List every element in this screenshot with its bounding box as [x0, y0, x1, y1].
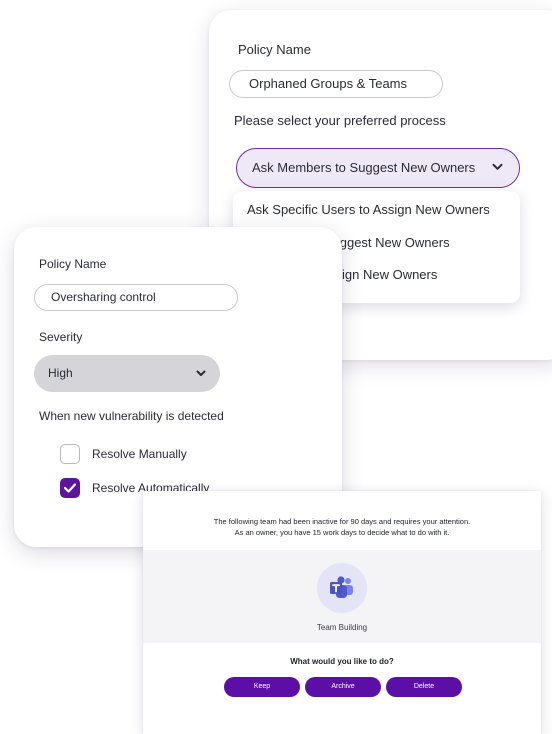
- teams-icon: [330, 576, 353, 598]
- keep-button[interactable]: Keep: [224, 677, 300, 697]
- notice-message-line1: The following team had been inactive for…: [213, 517, 471, 526]
- process-select-value: Ask Members to Suggest New Owners: [252, 160, 476, 175]
- resolve-manually-checkbox[interactable]: [60, 443, 80, 464]
- policy-name-input[interactable]: Orphaned Groups & Teams: [229, 70, 443, 98]
- action-question: What would you like to do?: [290, 657, 394, 666]
- archive-button[interactable]: Archive: [305, 677, 381, 697]
- resolve-automatically-checkbox[interactable]: [60, 477, 80, 498]
- delete-button[interactable]: Delete: [386, 677, 462, 697]
- chevron-down-icon: [196, 355, 206, 392]
- notice-message: The following team had been inactive for…: [143, 516, 541, 538]
- process-option-specific-users[interactable]: Ask Specific Users to Assign New Owners: [233, 202, 490, 217]
- team-panel: Team Building: [143, 550, 541, 643]
- resolve-manually-label: Resolve Manually: [92, 447, 187, 461]
- team-avatar: [317, 563, 367, 613]
- severity-select[interactable]: High: [34, 355, 220, 392]
- vulnerability-label: When new vulnerability is detected: [39, 409, 224, 423]
- process-label: Please select your preferred process: [234, 113, 446, 128]
- policy-name-label: Policy Name: [39, 257, 107, 271]
- policy-name-label: Policy Name: [238, 42, 311, 57]
- checkmark-icon: [63, 483, 77, 493]
- team-name: Team Building: [316, 623, 368, 632]
- team-notice-card: The following team had been inactive for…: [143, 491, 541, 734]
- process-select[interactable]: Ask Members to Suggest New Owners: [236, 148, 520, 188]
- severity-select-value: High: [48, 366, 73, 380]
- chevron-down-icon: [492, 149, 503, 186]
- policy-name-input[interactable]: Oversharing control: [34, 284, 238, 311]
- resolve-manually-option[interactable]: Resolve Manually: [60, 443, 187, 465]
- process-option-managers[interactable]: ssign New Owners: [329, 267, 437, 282]
- notice-message-line2: As an owner, you have 15 work days to de…: [234, 528, 450, 537]
- severity-label: Severity: [39, 330, 83, 344]
